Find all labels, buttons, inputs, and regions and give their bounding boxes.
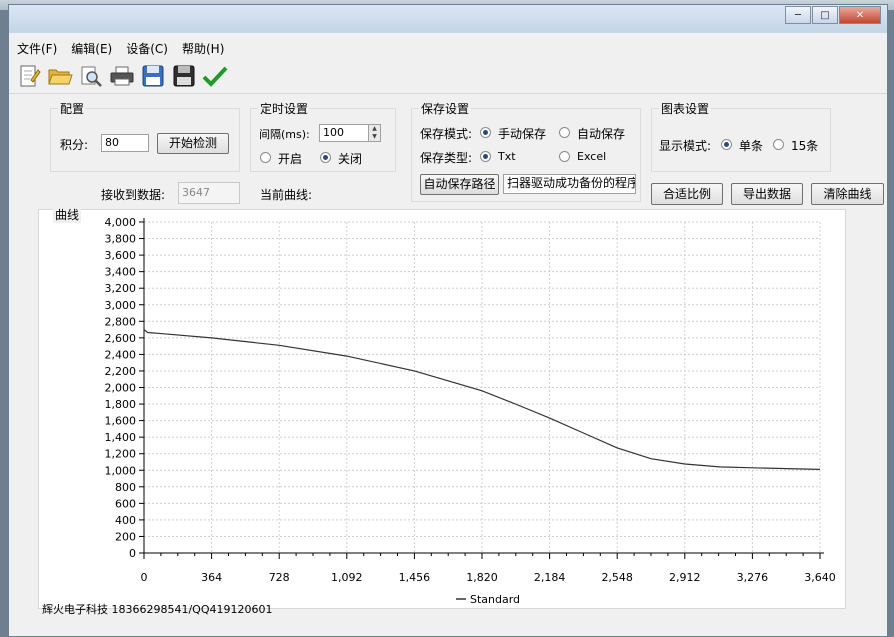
save-as-button[interactable] xyxy=(170,62,198,90)
clear-curve-button[interactable]: 清除曲线 xyxy=(811,183,884,205)
auto-save-path-button[interactable]: 自动保存路径 xyxy=(420,174,499,195)
print-icon xyxy=(110,66,134,86)
chart-title: 曲线 xyxy=(53,206,82,223)
timer-on-radio[interactable] xyxy=(260,152,271,163)
txt-label: Txt xyxy=(498,150,516,163)
close-icon: ✕ xyxy=(855,9,865,21)
excel-label: Excel xyxy=(577,150,607,163)
single-curve-label: 单条 xyxy=(739,139,764,153)
txt-radio[interactable] xyxy=(480,151,491,162)
menu-bar: 文件(F) 编辑(E) 设备(C) 帮助(H) xyxy=(9,38,887,58)
new-file-icon xyxy=(20,65,41,87)
single-curve-radio[interactable] xyxy=(721,139,732,150)
print-button[interactable] xyxy=(108,62,136,90)
interval-input[interactable]: 100 xyxy=(319,124,369,142)
print-preview-icon xyxy=(81,66,102,87)
manual-save-radio[interactable] xyxy=(480,127,491,138)
minimize-icon: ─ xyxy=(794,9,802,21)
received-data-label: 接收到数据: xyxy=(101,188,166,202)
save-settings-title: 保存设置 xyxy=(419,100,472,117)
fit-scale-button[interactable]: 合适比例 xyxy=(651,183,723,205)
integral-input[interactable]: 80 xyxy=(101,134,149,152)
title-bar: ─ □ ✕ xyxy=(9,5,887,33)
auto-save-label: 自动保存 xyxy=(577,127,626,141)
footer-info: 辉火电子科技 18366298541/QQ419120601 xyxy=(42,603,273,616)
menu-edit[interactable]: 编辑(E) xyxy=(71,40,112,57)
received-data-value: 3647 xyxy=(178,182,240,204)
integral-label: 积分: xyxy=(60,138,89,152)
confirm-button[interactable] xyxy=(201,62,229,90)
config-group-title: 配置 xyxy=(58,100,87,117)
interval-label: 间隔(ms): xyxy=(259,128,310,141)
maximize-icon: □ xyxy=(820,9,830,21)
save-button[interactable] xyxy=(139,62,167,90)
export-data-button[interactable]: 导出数据 xyxy=(731,183,803,205)
save-type-label: 保存类型: xyxy=(420,151,473,165)
menu-help[interactable]: 帮助(H) xyxy=(182,40,224,57)
interval-stepper[interactable]: ▲ ▼ xyxy=(368,124,381,142)
spin-up-icon: ▲ xyxy=(372,125,377,132)
fifteen-curves-radio[interactable] xyxy=(773,139,784,150)
menu-file[interactable]: 文件(F) xyxy=(17,40,57,57)
timer-on-label: 开启 xyxy=(278,152,303,166)
menu-device[interactable]: 设备(C) xyxy=(126,40,168,57)
new-file-button[interactable] xyxy=(15,62,43,90)
open-folder-button[interactable] xyxy=(46,62,74,90)
close-button[interactable]: ✕ xyxy=(839,6,881,24)
save-as-icon xyxy=(173,65,195,87)
manual-save-label: 手动保存 xyxy=(498,127,547,141)
start-detection-button[interactable]: 开始检测 xyxy=(157,133,229,154)
save-path-input[interactable]: 扫器驱动成功备份的程序 xyxy=(503,174,636,194)
current-curve-label: 当前曲线: xyxy=(260,188,313,202)
save-icon xyxy=(142,65,164,87)
maximize-button[interactable]: □ xyxy=(812,6,838,24)
print-preview-button[interactable] xyxy=(77,62,105,90)
display-mode-label: 显示模式: xyxy=(659,139,712,153)
timer-off-label: 关闭 xyxy=(338,152,363,166)
window-controls: ─ □ ✕ xyxy=(784,6,881,24)
save-mode-label: 保存模式: xyxy=(420,127,473,141)
toolbar xyxy=(9,59,887,94)
auto-save-radio[interactable] xyxy=(559,127,570,138)
spin-down-icon: ▼ xyxy=(372,133,377,140)
check-icon xyxy=(202,66,228,87)
chart-settings-title: 图表设置 xyxy=(659,100,712,117)
minimize-button[interactable]: ─ xyxy=(785,6,811,24)
excel-radio[interactable] xyxy=(559,151,570,162)
timer-off-radio[interactable] xyxy=(320,152,331,163)
open-folder-icon xyxy=(48,69,73,85)
fifteen-curves-label: 15条 xyxy=(791,139,819,153)
chart-panel xyxy=(38,209,846,609)
timer-group-title: 定时设置 xyxy=(258,100,311,117)
